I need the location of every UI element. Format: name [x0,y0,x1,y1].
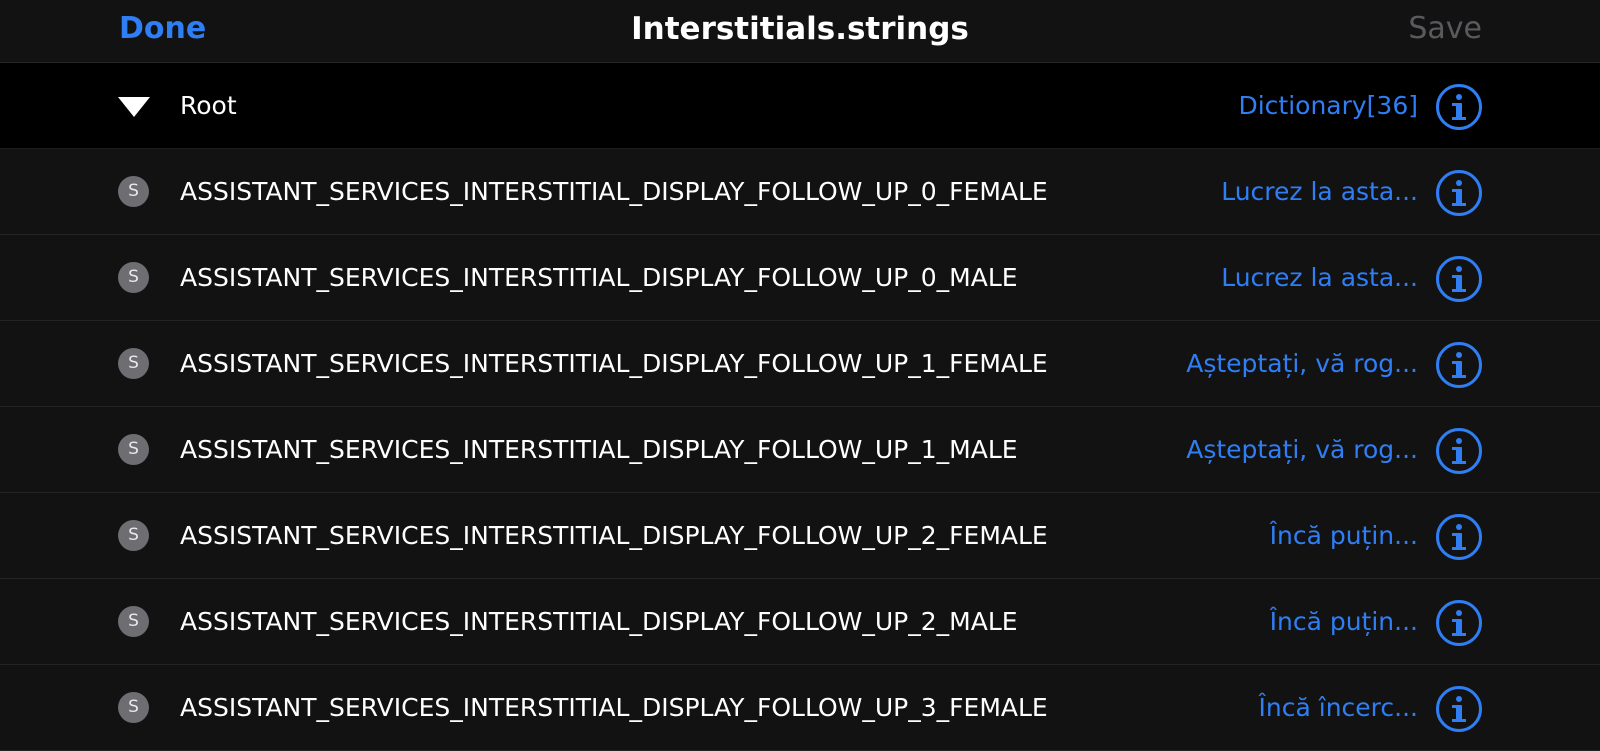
entry-value[interactable]: Lucrez la asta... [1221,235,1418,321]
list-item[interactable]: S ASSISTANT_SERVICES_INTERSTITIAL_DISPLA… [0,407,1600,493]
root-value[interactable]: Dictionary[36] [1238,63,1418,149]
string-type-badge-icon: S [118,348,149,379]
info-icon[interactable] [1436,84,1482,130]
entry-value[interactable]: Încă puțin... [1270,493,1418,579]
list-item[interactable]: S ASSISTANT_SERVICES_INTERSTITIAL_DISPLA… [0,665,1600,751]
list-item[interactable]: S ASSISTANT_SERVICES_INTERSTITIAL_DISPLA… [0,149,1600,235]
string-type-badge-icon: S [118,262,149,293]
navigation-bar: Done Interstitials.strings Save [0,0,1600,63]
entry-key: ASSISTANT_SERVICES_INTERSTITIAL_DISPLAY_… [180,435,1018,464]
entry-key: ASSISTANT_SERVICES_INTERSTITIAL_DISPLAY_… [180,693,1048,722]
entry-value[interactable]: Încă puțin... [1270,579,1418,665]
disclosure-triangle-down-icon[interactable] [118,97,150,117]
list-item[interactable]: S ASSISTANT_SERVICES_INTERSTITIAL_DISPLA… [0,579,1600,665]
entry-key: ASSISTANT_SERVICES_INTERSTITIAL_DISPLAY_… [180,607,1018,636]
string-type-badge-icon: S [118,434,149,465]
entry-key: ASSISTANT_SERVICES_INTERSTITIAL_DISPLAY_… [180,177,1048,206]
info-icon[interactable] [1436,428,1482,474]
entry-key: ASSISTANT_SERVICES_INTERSTITIAL_DISPLAY_… [180,263,1018,292]
entry-value[interactable]: Așteptați, vă rog... [1186,407,1418,493]
string-type-badge-icon: S [118,176,149,207]
list-item[interactable]: S ASSISTANT_SERVICES_INTERSTITIAL_DISPLA… [0,321,1600,407]
entry-key: ASSISTANT_SERVICES_INTERSTITIAL_DISPLAY_… [180,349,1048,378]
save-button[interactable]: Save [1408,11,1482,46]
list-item[interactable]: S ASSISTANT_SERVICES_INTERSTITIAL_DISPLA… [0,493,1600,579]
root-row[interactable]: Root Dictionary[36] [0,63,1600,149]
page-title: Interstitials.strings [631,11,969,47]
entry-value[interactable]: Încă încerc... [1259,665,1418,751]
info-icon[interactable] [1436,600,1482,646]
info-icon[interactable] [1436,170,1482,216]
plist-tree: Root Dictionary[36] S ASSISTANT_SERVICES… [0,63,1600,751]
entry-key: ASSISTANT_SERVICES_INTERSTITIAL_DISPLAY_… [180,521,1048,550]
string-type-badge-icon: S [118,520,149,551]
info-icon[interactable] [1436,686,1482,732]
root-key: Root [180,91,237,120]
entry-value[interactable]: Lucrez la asta... [1221,149,1418,235]
string-type-badge-icon: S [118,606,149,637]
list-item[interactable]: S ASSISTANT_SERVICES_INTERSTITIAL_DISPLA… [0,235,1600,321]
info-icon[interactable] [1436,514,1482,560]
entry-value[interactable]: Așteptați, vă rog... [1186,321,1418,407]
info-icon[interactable] [1436,256,1482,302]
info-icon[interactable] [1436,342,1482,388]
string-type-badge-icon: S [118,692,149,723]
